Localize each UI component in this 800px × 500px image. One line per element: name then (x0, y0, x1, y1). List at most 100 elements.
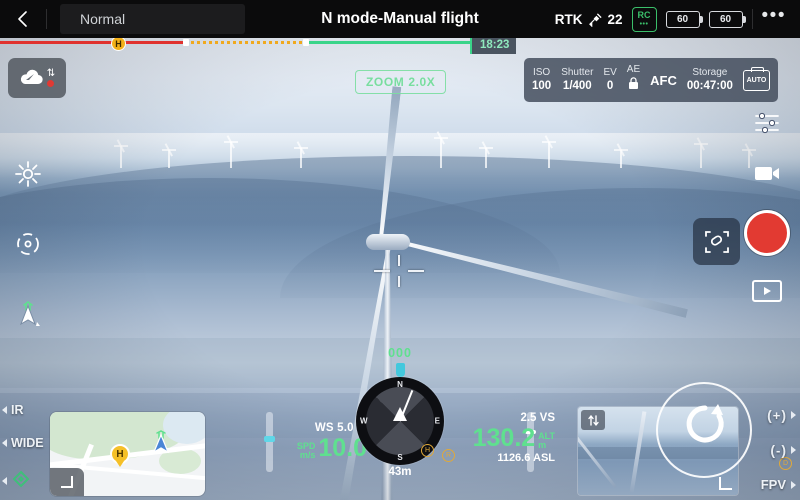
play-triangle-icon (764, 287, 771, 295)
more-menu-button[interactable]: ••• (762, 6, 786, 25)
route-segment-critical (0, 41, 185, 44)
iso-label: ISO (532, 66, 551, 78)
shutter-value: 1/400 (562, 80, 592, 93)
focus-link-icon (704, 230, 729, 253)
zoom-in-label: + (772, 407, 781, 423)
rotate-gesture-icon (682, 401, 728, 452)
lens-option-wide[interactable]: WIDE (2, 436, 44, 450)
battery-indicator-1[interactable]: 60 (665, 10, 703, 28)
compass-dial[interactable]: N E S W H (356, 377, 444, 465)
compass-home-badge: H (421, 444, 434, 457)
navigation-arrow-icon[interactable] (14, 300, 42, 328)
storage-label: Storage (692, 66, 728, 78)
speed-unit: m/s (299, 450, 316, 460)
top-status-group: RTK 22 RC ••• 60 60 ••• (555, 6, 800, 32)
flight-route-bar[interactable]: H 18:23 (0, 36, 800, 54)
iso-setting[interactable]: ISO 100 (532, 67, 551, 94)
rc-distance-badge: R (442, 449, 455, 462)
triangle-left-icon (2, 476, 7, 485)
camera-auto-icon[interactable]: AUTO (742, 66, 770, 91)
altitude-value: 130.2 (472, 424, 536, 452)
altitude-unit: m (538, 440, 547, 450)
rc-signal-badge[interactable]: RC ••• (631, 6, 657, 32)
camera-settings-bar[interactable]: ISO 100 Shutter 1/400 EV 0 AE AFC Storag… (524, 58, 778, 102)
lens-option-ir[interactable]: IR (2, 403, 44, 417)
altitude-unit-labels: ALT m (538, 432, 555, 450)
cloud-upload-icon (20, 69, 43, 85)
distance-readout: 43m (388, 466, 412, 478)
rc-label: RC (637, 9, 651, 20)
auto-label: AUTO (746, 76, 767, 84)
video-camera-icon[interactable] (753, 160, 781, 186)
heading-value: 000 (388, 346, 412, 360)
zoom-in-button[interactable]: (+) (767, 407, 796, 423)
drone-position-arrow-icon (150, 430, 172, 459)
flight-time-readout: 18:23 (470, 36, 517, 54)
triangle-left-icon (2, 439, 7, 447)
autofocus-mode[interactable]: AFC (650, 73, 677, 88)
ev-label: EV (603, 66, 617, 78)
fpv-label: FPV (760, 477, 786, 492)
iso-value: 100 (532, 80, 552, 93)
lens-option-extra[interactable] (2, 469, 44, 492)
flight-mode-selector[interactable]: Normal (60, 4, 245, 34)
fpv-turbine-blade (578, 430, 617, 488)
back-button[interactable] (0, 0, 46, 38)
ae-lock-setting[interactable]: AE (627, 64, 640, 97)
map-home-marker[interactable]: H (110, 444, 130, 464)
storage-setting[interactable]: Storage 00:47:00 (687, 67, 733, 94)
satellite-icon (588, 12, 602, 27)
zoom-out-button[interactable]: (-) (770, 442, 796, 458)
focus-target-icon[interactable] (14, 230, 42, 258)
route-segment-ok (305, 41, 472, 44)
route-node (303, 39, 309, 46)
compass-south-label: S (397, 453, 403, 462)
expand-corner-icon[interactable] (719, 477, 732, 490)
speed-unit-labels: SPD m/s (297, 442, 316, 460)
slider-knob[interactable] (264, 436, 275, 442)
cloud-upload-status[interactable]: ⇅ (8, 58, 66, 98)
heading-pin-icon (395, 363, 405, 377)
compass-aircraft-marker (393, 407, 407, 421)
wide-label: WIDE (11, 436, 44, 450)
fpv-toggle-button[interactable]: FPV (761, 477, 796, 492)
focus-link-button[interactable] (693, 218, 740, 265)
cloud-status-indicators: ⇅ (47, 68, 55, 87)
camera-lens-rail: IR WIDE (2, 403, 44, 492)
ae-label: AE (626, 63, 641, 75)
route-segment-warning (185, 41, 305, 44)
drone-controller-screen: Normal N mode-Manual flight RTK 22 RC ••… (0, 0, 800, 500)
playback-button[interactable] (752, 280, 782, 302)
gimbal-tilt-slider[interactable] (264, 412, 275, 472)
record-button[interactable] (744, 210, 790, 256)
swap-view-icon (587, 414, 599, 426)
ir-label: IR (11, 403, 24, 417)
battery-2-value: 60 (719, 13, 732, 25)
sun-brightness-icon[interactable] (14, 160, 42, 188)
compass-east-label: E (434, 416, 440, 426)
zoom-level-badge: ZOOM 2.0X (355, 70, 447, 94)
wind-speed-label: WS 5.0 (314, 422, 354, 434)
map-expand-button[interactable] (50, 468, 84, 496)
zoom-control-rail: (+) (-) FPV (761, 407, 796, 492)
route-node (183, 39, 189, 46)
compass-widget[interactable]: 000 N E S W H 43m (352, 344, 448, 478)
zoom-out-bracket: (-) (770, 442, 786, 458)
rc-bars: ••• (639, 20, 649, 28)
shutter-label: Shutter (561, 66, 594, 78)
storage-value: 00:47:00 (686, 80, 733, 93)
fpv-swap-button[interactable] (581, 410, 605, 430)
battery-indicator-2[interactable]: 60 (708, 10, 746, 28)
divider (46, 9, 47, 29)
flight-mode-label: Normal (80, 11, 126, 27)
sliders-settings-icon[interactable] (753, 110, 781, 136)
divider (751, 9, 753, 29)
rtk-status[interactable]: RTK 22 (555, 12, 623, 27)
mini-map[interactable]: H (50, 412, 205, 496)
zoom-in-bracket: (+) (767, 407, 786, 423)
rtk-label: RTK (554, 11, 583, 27)
chevron-left-icon (18, 11, 27, 27)
route-home-marker: H (111, 36, 126, 51)
ev-setting[interactable]: EV 0 (603, 67, 616, 94)
shutter-setting[interactable]: Shutter 1/400 (561, 67, 593, 94)
